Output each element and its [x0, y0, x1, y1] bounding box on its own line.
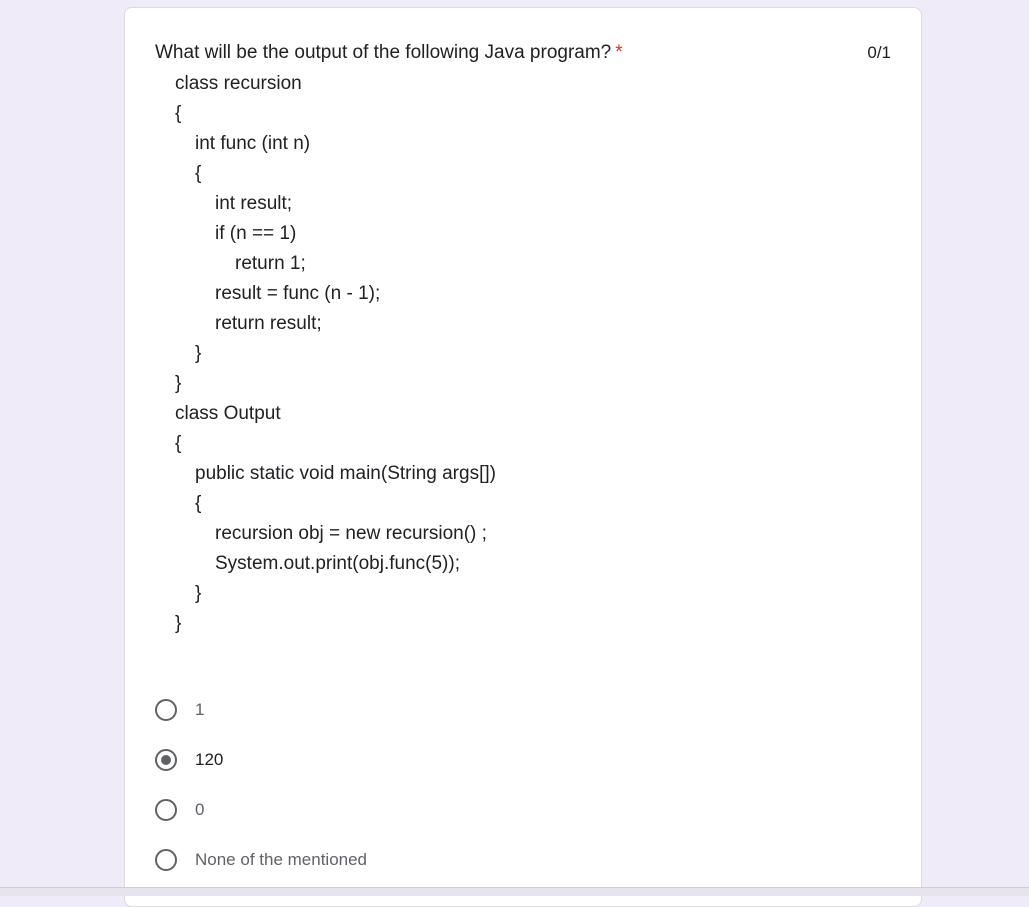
option-1[interactable]: 1	[155, 685, 367, 735]
code-line: return result;	[215, 313, 322, 334]
code-line: if (n == 1)	[215, 223, 297, 244]
option-2[interactable]: 120	[155, 735, 367, 785]
radio-unchecked-icon[interactable]	[155, 799, 177, 821]
code-line: recursion obj = new recursion() ;	[215, 523, 487, 544]
option-label: 1	[195, 700, 205, 719]
option-3[interactable]: 0	[155, 785, 367, 835]
option-label: 120	[195, 750, 224, 769]
option-label: None of the mentioned	[195, 850, 368, 869]
question-title-text: What will be the output of the following…	[155, 42, 612, 63]
radio-checked-icon[interactable]	[155, 749, 177, 771]
code-line: int func (int n)	[195, 133, 311, 154]
question-title: What will be the output of the following…	[155, 41, 623, 65]
options-list: 1 120 0 None of the mentioned	[155, 685, 367, 885]
score-badge: 0/1	[867, 43, 891, 62]
code-line: int result;	[215, 193, 293, 214]
code-line: }	[175, 613, 182, 634]
code-line: {	[195, 493, 202, 514]
required-asterisk: *	[615, 42, 623, 63]
code-line: {	[195, 163, 202, 184]
radio-unchecked-icon[interactable]	[155, 849, 177, 871]
code-line: System.out.print(obj.func(5));	[215, 553, 460, 574]
code-line: {	[175, 433, 182, 454]
code-line: public static void main(String args[])	[195, 463, 496, 484]
option-label: 0	[195, 800, 205, 819]
code-line: }	[175, 373, 182, 394]
code-line: }	[195, 343, 202, 364]
code-line: class recursion	[175, 73, 302, 94]
code-line: return 1;	[235, 253, 306, 274]
code-line: result = func (n - 1);	[215, 283, 381, 304]
code-block: class recursion { int func (int n) { int res…	[175, 69, 496, 639]
radio-unchecked-icon[interactable]	[155, 699, 177, 721]
code-line: {	[175, 103, 182, 124]
code-line: class Output	[175, 403, 281, 424]
option-4[interactable]: None of the mentioned	[155, 835, 367, 885]
question-card: What will be the output of the following…	[124, 7, 922, 907]
code-line: }	[195, 583, 202, 604]
